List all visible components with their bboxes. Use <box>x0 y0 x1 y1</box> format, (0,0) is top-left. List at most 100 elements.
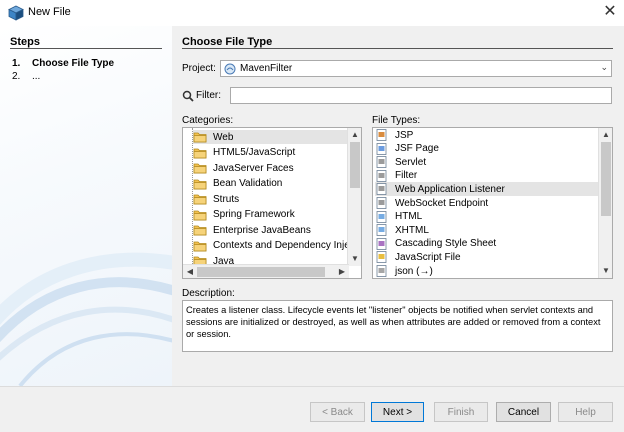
file-type-label: JavaScript File <box>395 251 461 263</box>
project-select[interactable]: MavenFilter ⌄ <box>220 60 612 77</box>
close-icon[interactable]: ✕ <box>600 2 620 22</box>
cancel-button[interactable]: Cancel <box>496 402 551 422</box>
category-item[interactable]: Web <box>193 130 347 144</box>
scrollbar-thumb[interactable] <box>197 267 325 277</box>
next-button[interactable]: Next > <box>371 402 424 422</box>
file-type-label: Web Application Listener <box>395 183 505 195</box>
scroll-up-arrow-icon[interactable]: ▲ <box>599 128 612 142</box>
description-text: Creates a listener class. Lifecycle even… <box>182 300 613 352</box>
category-item[interactable]: Spring Framework <box>193 208 347 222</box>
category-label: JavaServer Faces <box>213 162 294 174</box>
folder-icon <box>193 209 207 221</box>
steps-heading: Steps <box>10 36 40 48</box>
step-label: Choose File Type <box>32 58 115 69</box>
file-types-list[interactable]: JSP JSF Page Servlet Filter Web Application … <box>372 127 613 279</box>
folder-icon <box>193 131 207 143</box>
folder-icon <box>193 240 207 252</box>
back-button[interactable]: < Back <box>310 402 365 422</box>
file-type-label: Filter <box>395 170 418 182</box>
categories-horizontal-scrollbar[interactable]: ◀ ▶ <box>183 264 349 278</box>
category-item[interactable]: JavaServer Faces <box>193 161 347 175</box>
maven-project-icon <box>224 63 236 74</box>
scroll-down-arrow-icon[interactable]: ▼ <box>599 264 612 278</box>
file-type-label: HTML <box>395 211 423 223</box>
file-type-label: Cascading Style Sheet <box>395 238 497 250</box>
steps-divider <box>10 48 162 49</box>
filter-label: Filter: <box>196 90 221 101</box>
file-type-item[interactable]: Web Application Listener <box>375 182 599 197</box>
scrollbar-thumb[interactable] <box>601 142 611 216</box>
file-type-item[interactable]: WebSocket Endpoint <box>375 196 599 210</box>
scrollbar-thumb[interactable] <box>350 142 360 188</box>
category-item[interactable]: Enterprise JavaBeans <box>193 223 347 237</box>
main-panel: Choose File Type Project: MavenFilter ⌄ … <box>172 26 624 386</box>
category-item[interactable]: Struts <box>193 192 347 206</box>
javascript-file-icon <box>375 251 389 264</box>
category-item[interactable]: HTML5/JavaScript <box>193 146 347 160</box>
project-label: Project: <box>182 63 216 74</box>
search-icon <box>182 90 194 102</box>
category-label: Enterprise JavaBeans <box>213 224 311 236</box>
steps-panel: Steps 1. Choose File Type 2.... <box>0 26 172 386</box>
window-title: New File <box>28 6 71 18</box>
netbeans-cube-icon <box>8 5 24 21</box>
file-types-label: File Types: <box>372 115 421 126</box>
folder-icon <box>193 224 207 236</box>
category-item[interactable]: Bean Validation <box>193 177 347 191</box>
file-type-label: json (→) <box>395 265 433 277</box>
category-label: Struts <box>213 193 240 205</box>
servlet-file-icon <box>375 156 389 169</box>
json-file-icon <box>375 265 389 277</box>
jsp-file-icon <box>375 129 389 141</box>
scroll-left-arrow-icon[interactable]: ◀ <box>183 265 197 278</box>
filter-input[interactable] <box>230 87 612 104</box>
file-type-item[interactable]: JSP <box>375 128 599 142</box>
category-label: HTML5/JavaScript <box>213 147 296 158</box>
file-type-item[interactable]: Cascading Style Sheet <box>375 237 599 251</box>
folder-icon <box>193 193 207 205</box>
file-type-item[interactable]: Filter <box>375 169 599 183</box>
categories-label: Categories: <box>182 115 234 126</box>
category-label: Spring Framework <box>213 209 295 220</box>
title-divider <box>182 48 613 49</box>
category-label: Web <box>213 131 234 143</box>
file-type-item[interactable]: XHTML <box>375 223 599 237</box>
xhtml-file-icon <box>375 224 389 237</box>
help-button[interactable]: Help <box>558 402 613 422</box>
scroll-down-arrow-icon[interactable]: ▼ <box>348 252 361 266</box>
step-label: ... <box>32 71 41 82</box>
folder-icon <box>193 178 207 190</box>
file-type-item[interactable]: JavaScript File <box>375 250 599 264</box>
folder-icon <box>193 147 207 159</box>
step-2: 2.... <box>12 71 40 82</box>
file-type-label: WebSocket Endpoint <box>395 197 489 209</box>
chevron-down-icon[interactable]: ⌄ <box>600 62 608 73</box>
step-1: 1. Choose File Type <box>12 58 114 69</box>
file-type-item[interactable]: JSF Page <box>375 142 599 156</box>
folder-icon <box>193 162 207 174</box>
css-file-icon <box>375 237 389 250</box>
button-bar: < Back Next > Finish Cancel Help <box>0 386 624 432</box>
jsf-file-icon <box>375 142 389 155</box>
scroll-up-arrow-icon[interactable]: ▲ <box>348 128 361 142</box>
file-type-item[interactable]: HTML <box>375 210 599 224</box>
file-types-vertical-scrollbar[interactable]: ▲ ▼ <box>598 128 612 278</box>
description-label: Description: <box>182 288 235 299</box>
file-type-item[interactable]: json (→) <box>375 264 599 278</box>
filter-file-icon <box>375 169 389 182</box>
category-item[interactable]: Contexts and Dependency Inje <box>193 239 350 253</box>
categories-vertical-scrollbar[interactable]: ▲ ▼ <box>347 128 361 266</box>
step-number: 1. <box>12 58 21 69</box>
listener-file-icon <box>375 183 389 196</box>
file-type-item[interactable]: Servlet <box>375 155 599 169</box>
file-type-label: XHTML <box>395 224 429 236</box>
scroll-right-arrow-icon[interactable]: ▶ <box>335 265 349 278</box>
file-type-label: JSP <box>395 129 414 141</box>
project-value: MavenFilter <box>240 63 293 74</box>
html-file-icon <box>375 210 389 223</box>
category-label: Contexts and Dependency Inje <box>213 240 350 251</box>
finish-button[interactable]: Finish <box>434 402 488 422</box>
categories-tree[interactable]: Web HTML5/JavaScript JavaServer Faces Bean … <box>182 127 362 279</box>
file-type-label: Servlet <box>395 156 427 168</box>
title-bar: New File ✕ <box>0 0 624 26</box>
